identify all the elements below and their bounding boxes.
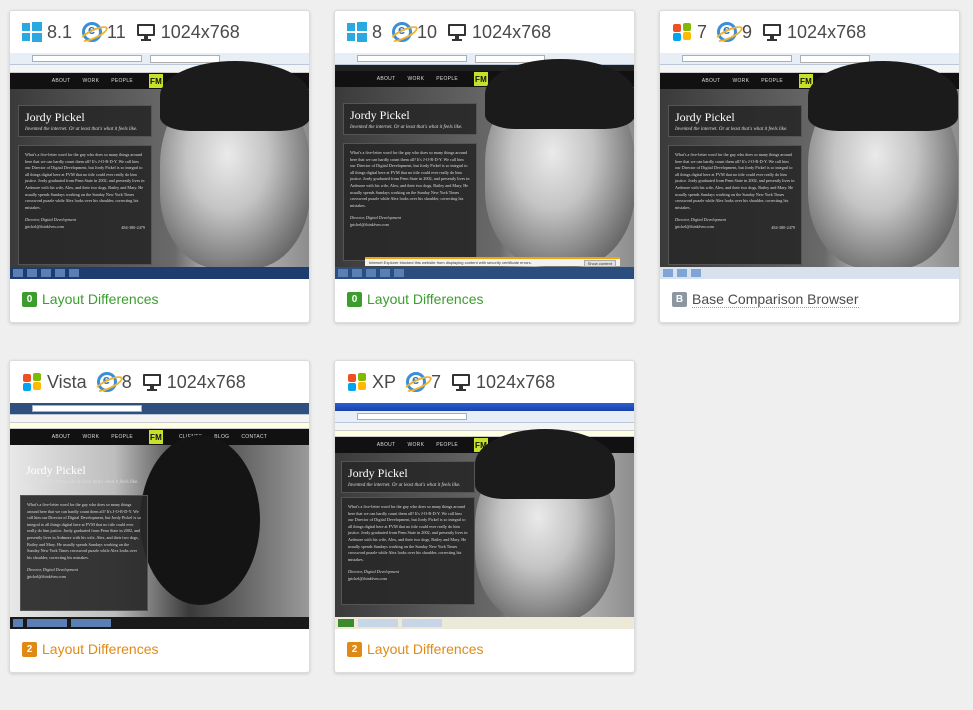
ie-icon: e bbox=[406, 372, 427, 392]
screenshot-card[interactable]: 8.1 e 11 1024x768 ABOUTWORKPEOPLE FM CLI… bbox=[9, 10, 310, 323]
windows8-icon bbox=[347, 22, 367, 42]
resolution: 1024x768 bbox=[787, 21, 867, 42]
result-label[interactable]: Base Comparison Browser bbox=[692, 291, 859, 308]
result-label[interactable]: Layout Differences bbox=[367, 291, 483, 307]
page-screenshot[interactable]: ABOUTWORKPEOPLE FM CLIENTSBLOGCONTACT Jo… bbox=[660, 53, 959, 279]
ie-icon: e bbox=[82, 22, 103, 42]
ie-icon: e bbox=[96, 372, 117, 392]
windows7-icon bbox=[672, 22, 692, 42]
resolution: 1024x768 bbox=[160, 21, 240, 42]
os-version: 7 bbox=[697, 21, 708, 42]
screenshot-card[interactable]: 8 e 10 1024x768 ABOUTWORKPEOPLE FM CLIEN… bbox=[334, 10, 635, 323]
resolution: 1024x768 bbox=[166, 371, 246, 392]
difference-count-badge: 2 bbox=[347, 641, 362, 657]
ie-icon: e bbox=[717, 22, 738, 42]
difference-count-badge: 2 bbox=[22, 641, 37, 657]
result-summary[interactable]: 2 Layout Differences bbox=[22, 641, 158, 657]
window-titlebar bbox=[335, 403, 634, 411]
result-label[interactable]: Layout Differences bbox=[42, 641, 158, 657]
show-content-button[interactable]: Show content bbox=[583, 260, 616, 267]
monitor-icon bbox=[142, 372, 162, 392]
difference-count-badge: 0 bbox=[22, 291, 37, 307]
site-nav: ABOUTWORKPEOPLE FM CLIENTSBLOGCONTACT bbox=[10, 429, 309, 445]
ie-icon: e bbox=[392, 22, 413, 42]
bio-heading: Jordy Pickel Invented the internet. Or a… bbox=[343, 103, 477, 135]
result-label[interactable]: Layout Differences bbox=[42, 291, 158, 307]
site-logo: FM bbox=[149, 74, 164, 88]
screenshot-card[interactable]: Vista e 8 1024x768 ABOUTWORKPEOPLE FM CL… bbox=[9, 360, 310, 673]
site-hero: Jordy Pickel Invented the internet. Or a… bbox=[335, 429, 634, 622]
favorites-bar bbox=[335, 423, 634, 431]
os-version: XP bbox=[372, 371, 397, 392]
monitor-icon bbox=[451, 372, 471, 392]
monitor-icon bbox=[762, 22, 782, 42]
resolution: 1024x768 bbox=[476, 371, 556, 392]
bio-heading: Jordy Pickel Invented the internet. Or a… bbox=[341, 461, 475, 493]
browser-version: 8 bbox=[121, 371, 132, 392]
site-hero: Jordy Pickel Invented the internet. Or a… bbox=[660, 61, 959, 269]
bio-heading: Jordy Pickel Invented the internet. Or a… bbox=[668, 105, 802, 137]
os-taskbar bbox=[660, 267, 959, 279]
base-browser-badge: B bbox=[672, 292, 687, 307]
page-screenshot[interactable]: ABOUTWORKPEOPLE FM CLIENTSBLOGCONTACT Jo… bbox=[10, 403, 309, 629]
windows-xp-icon bbox=[347, 372, 367, 392]
card-header: 7 e 9 1024x768 bbox=[660, 11, 959, 53]
os-taskbar bbox=[10, 267, 309, 279]
result-summary[interactable]: 0 Layout Differences bbox=[22, 291, 158, 307]
card-header: XP e 7 1024x768 bbox=[335, 361, 634, 403]
card-header: Vista e 8 1024x768 bbox=[10, 361, 309, 403]
bio-text: What's a five-letter word for the guy wh… bbox=[668, 145, 802, 265]
os-taskbar bbox=[335, 267, 634, 279]
os-version: 8 bbox=[372, 21, 383, 42]
result-summary[interactable]: 0 Layout Differences bbox=[347, 291, 483, 307]
site-logo: FM bbox=[149, 430, 164, 444]
bio-heading: Jordy Pickel Invented the internet. Or a… bbox=[26, 463, 139, 485]
site-hero: Jordy Pickel Invented the internet. Or a… bbox=[10, 61, 309, 269]
windows-vista-icon bbox=[22, 372, 42, 392]
result-summary[interactable]: 2 Layout Differences bbox=[347, 641, 483, 657]
monitor-icon bbox=[136, 22, 156, 42]
page-screenshot[interactable]: ABOUTWORKPEOPLE FM CLIENTSBLOGCONTACT Jo… bbox=[10, 53, 309, 279]
site-logo: FM bbox=[474, 72, 489, 86]
browser-version: 9 bbox=[742, 21, 753, 42]
page-screenshot[interactable]: ABOUTWORKPEOPLE FM CLIENTSBLOGCONTACT Jo… bbox=[335, 403, 634, 629]
windows8-icon bbox=[22, 22, 42, 42]
browser-toolbar bbox=[10, 403, 309, 415]
os-taskbar bbox=[335, 617, 634, 629]
browser-version: 10 bbox=[417, 21, 438, 42]
favorites-bar bbox=[10, 415, 309, 423]
os-version: Vista bbox=[47, 371, 87, 392]
monitor-icon bbox=[447, 22, 467, 42]
os-version: 8.1 bbox=[47, 21, 73, 42]
card-header: 8 e 10 1024x768 bbox=[335, 11, 634, 53]
screenshot-card[interactable]: XP e 7 1024x768 ABOUTWORKPEOPLE FM CLIEN… bbox=[334, 360, 635, 673]
bio-text: What's a five-letter word for the guy wh… bbox=[343, 143, 477, 261]
site-hero: Jordy Pickel Invented the internet. Or a… bbox=[10, 435, 309, 617]
security-notification-bar: Internet Explorer blocked this website f… bbox=[365, 257, 620, 267]
difference-count-badge: 0 bbox=[347, 291, 362, 307]
site-hero: Jordy Pickel Invented the internet. Or a… bbox=[335, 59, 634, 267]
os-taskbar bbox=[10, 617, 309, 629]
browser-version: 7 bbox=[431, 371, 442, 392]
bio-text: What's a five-letter word for the guy wh… bbox=[18, 145, 152, 265]
result-summary[interactable]: B Base Comparison Browser bbox=[672, 291, 859, 308]
bio-text: What's a five-letter word for the guy wh… bbox=[341, 497, 475, 605]
screenshot-card[interactable]: 7 e 9 1024x768 ABOUTWORKPEOPLE FM CLIENT… bbox=[659, 10, 960, 323]
bio-heading: Jordy Pickel Invented the internet. Or a… bbox=[18, 105, 152, 137]
card-header: 8.1 e 11 1024x768 bbox=[10, 11, 309, 53]
browser-toolbar bbox=[335, 411, 634, 423]
page-screenshot[interactable]: ABOUTWORKPEOPLE FM CLIENTSBLOGCONTACT Jo… bbox=[335, 53, 634, 279]
resolution: 1024x768 bbox=[472, 21, 552, 42]
bio-text: What's a five-letter word for the guy wh… bbox=[20, 495, 148, 611]
result-label[interactable]: Layout Differences bbox=[367, 641, 483, 657]
browser-version: 11 bbox=[107, 21, 126, 42]
